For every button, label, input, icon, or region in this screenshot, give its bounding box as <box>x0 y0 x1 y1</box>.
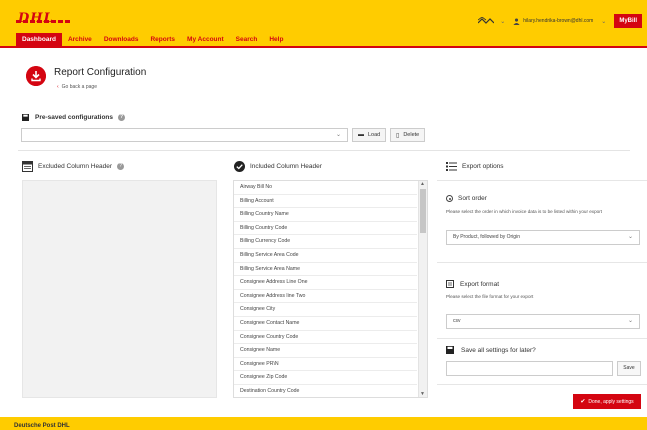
panel-divider <box>437 262 647 263</box>
column-list-icon <box>22 161 33 172</box>
floppy-disk-icon <box>22 114 29 121</box>
list-item[interactable]: Consignee Address Line One <box>234 276 417 290</box>
delete-button-label: Delete <box>403 132 420 138</box>
list-item[interactable]: Billing Currency Code <box>234 235 417 249</box>
export-format-description: Please select the file format for your e… <box>446 294 534 299</box>
done-apply-settings-button[interactable]: ✔ Done, apply settings <box>573 394 641 409</box>
export-format-heading: Export format <box>446 280 499 288</box>
user-email[interactable]: hilary.hendrika-brown@dhl.com <box>523 18 593 24</box>
chevron-down-icon[interactable]: ⌄ <box>601 18 606 25</box>
trash-icon: ▯ <box>396 132 400 139</box>
load-button[interactable]: ▬ Load <box>352 128 387 142</box>
nav-my-account[interactable]: My Account <box>181 33 230 46</box>
save-button[interactable]: Save <box>617 361 641 376</box>
included-label: Included Column Header <box>250 163 322 170</box>
save-name-input[interactable] <box>446 361 613 376</box>
panel-divider <box>437 338 647 339</box>
help-icon[interactable]: ? <box>117 163 125 170</box>
list-item[interactable]: Billing Account <box>234 195 417 209</box>
export-options-heading: Export options <box>446 161 504 172</box>
export-format-label: Export format <box>460 280 500 288</box>
export-format-select[interactable]: csv ⌄ <box>446 314 640 329</box>
back-link[interactable]: ‹ Go back a page <box>57 84 97 90</box>
excluded-heading: Excluded Column Header ? <box>22 161 125 172</box>
list-scrollbar[interactable]: ▲ ▼ <box>418 181 427 397</box>
page-title: Report Configuration <box>54 67 147 78</box>
sort-order-description: Please select the order in which invoice… <box>446 209 603 214</box>
list-item[interactable]: Consignee Country Code <box>234 331 417 345</box>
presaved-select[interactable]: ⌄ <box>21 128 348 142</box>
list-item[interactable]: Billing Service Area Name <box>234 263 417 277</box>
floppy-disk-icon <box>446 346 454 354</box>
included-heading: Included Column Header <box>234 161 322 172</box>
export-format-value: csv <box>453 318 461 324</box>
chevron-down-icon: ⌄ <box>627 234 633 240</box>
folder-icon: ▬ <box>358 132 364 138</box>
excluded-label: Excluded Column Header <box>38 163 113 170</box>
nav-dashboard[interactable]: Dashboard <box>16 33 62 46</box>
nav-search[interactable]: Search <box>230 33 264 46</box>
excluded-column-list[interactable] <box>22 180 217 398</box>
top-header: DHL ⌄ hilary.hendrika-brown@dhl.com ⌄ My… <box>0 0 647 48</box>
report-download-icon <box>26 66 46 86</box>
done-button-label: Done, apply settings <box>588 398 634 405</box>
export-options-label: Export options <box>462 163 504 170</box>
main-nav: Dashboard Archive Downloads Reports My A… <box>16 33 289 46</box>
sort-order-heading: Sort order <box>446 195 487 202</box>
mybill-button[interactable]: MyBill <box>614 14 642 28</box>
chevron-left-icon: ‹ <box>57 84 59 90</box>
chevron-down-icon: ⌄ <box>627 318 633 324</box>
header-divider <box>0 46 647 48</box>
sort-order-label: Sort order <box>458 195 487 202</box>
list-item[interactable]: Billing Country Code <box>234 222 417 236</box>
footer-text: Deutsche Post DHL <box>14 423 70 429</box>
list-item[interactable]: Consignee Zip Code <box>234 371 417 385</box>
logo-stripes <box>16 20 70 23</box>
scroll-down-icon[interactable]: ▼ <box>420 391 425 397</box>
sort-order-select[interactable]: By Product, followed by Origin ⌄ <box>446 230 640 245</box>
nav-archive[interactable]: Archive <box>62 33 98 46</box>
load-button-label: Load <box>368 132 381 138</box>
chevron-down-icon: ⌄ <box>335 132 341 138</box>
checkmark-icon: ✔ <box>580 399 586 405</box>
nav-downloads[interactable]: Downloads <box>98 33 145 46</box>
dhl-logo[interactable]: DHL <box>18 11 54 26</box>
list-item[interactable]: Consignee City <box>234 303 417 317</box>
save-settings-label: Save all settings for later? <box>461 346 536 354</box>
user-icon <box>513 17 520 25</box>
list-item[interactable]: Consignee Contact Name <box>234 317 417 331</box>
file-icon <box>446 280 454 288</box>
check-circle-icon <box>234 161 245 172</box>
list-item[interactable]: Billing Service Area Code <box>234 249 417 263</box>
chevron-down-icon[interactable]: ⌄ <box>500 18 505 25</box>
back-link-label: Go back a page <box>61 84 97 90</box>
nav-help[interactable]: Help <box>263 33 289 46</box>
list-icon <box>446 162 457 171</box>
list-item[interactable]: Consignee Address line Two <box>234 290 417 304</box>
section-divider <box>18 150 630 151</box>
scrollbar-thumb[interactable] <box>420 189 426 233</box>
scroll-up-icon[interactable]: ▲ <box>420 181 425 187</box>
list-item[interactable]: Consignee PR\N <box>234 358 417 372</box>
presaved-heading: Pre-saved configurations ? <box>22 114 126 121</box>
panel-divider <box>437 180 647 181</box>
utility-bar: ⌄ hilary.hendrika-brown@dhl.com ⌄ MyBill <box>478 13 647 29</box>
help-icon[interactable]: ? <box>118 114 126 121</box>
save-settings-heading: Save all settings for later? <box>446 346 536 354</box>
delete-button[interactable]: ▯ Delete <box>390 128 426 142</box>
language-flag-icon[interactable] <box>478 17 495 25</box>
list-item[interactable]: Consignee Name <box>234 344 417 358</box>
list-item[interactable]: Airway Bill No <box>234 181 417 195</box>
presaved-label: Pre-saved configurations <box>35 114 114 121</box>
sort-order-value: By Product, followed by Origin <box>453 234 520 240</box>
list-item[interactable]: Destination Country Code <box>234 385 417 397</box>
panel-divider <box>437 384 647 385</box>
nav-reports[interactable]: Reports <box>144 33 181 46</box>
list-item[interactable]: Billing Country Name <box>234 208 417 222</box>
footer: Deutsche Post DHL <box>0 417 647 430</box>
radio-icon <box>446 195 453 202</box>
included-column-list[interactable]: Airway Bill No Billing Account Billing C… <box>233 180 428 398</box>
